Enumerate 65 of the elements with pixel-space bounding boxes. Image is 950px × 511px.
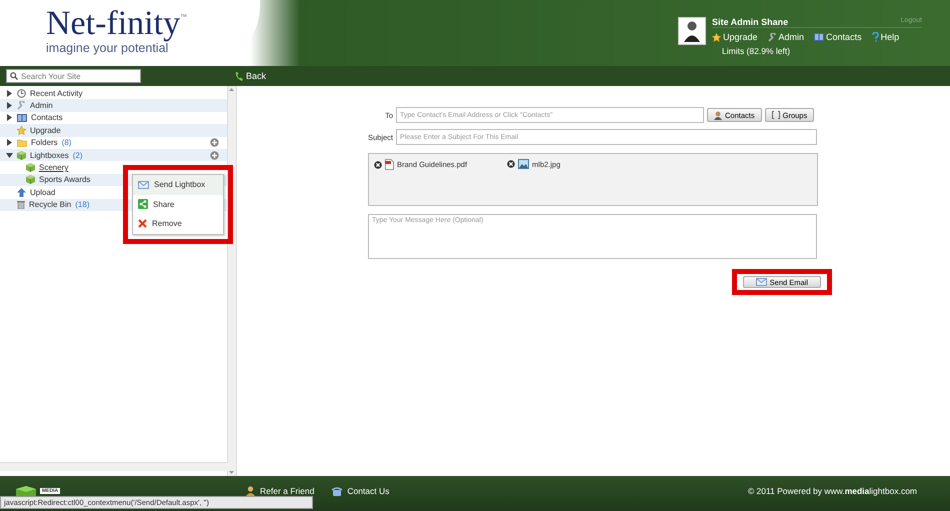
refer-friend-link[interactable]: Refer a Friend (246, 486, 314, 496)
person-icon (246, 486, 255, 496)
tree-item-label[interactable]: Upgrade (30, 126, 61, 135)
phone-icon (235, 72, 243, 80)
add-circle-icon[interactable] (210, 150, 219, 160)
tree-item-label[interactable]: Lightboxes (30, 150, 69, 160)
box-icon (26, 175, 35, 184)
item-count: (8) (62, 138, 72, 148)
search-field[interactable]: Search Your Site (6, 69, 141, 83)
search-icon (10, 72, 18, 80)
remove-circle-icon[interactable] (374, 160, 382, 168)
help-link[interactable]: Help (872, 32, 900, 42)
clock-icon (17, 88, 26, 98)
wrench-icon (768, 32, 777, 42)
book-icon (814, 33, 824, 41)
close-icon (138, 219, 147, 228)
collapse-arrow-icon[interactable] (6, 152, 13, 159)
limits-text: Limits (82.9% left) (721, 46, 792, 56)
bracket-icon (772, 111, 780, 119)
remove-circle-icon[interactable] (507, 160, 516, 168)
wrench-icon (17, 101, 26, 110)
tree-item-label[interactable]: Scenery (39, 163, 68, 172)
tree-item-label[interactable]: Folders (31, 138, 58, 148)
help-icon (872, 32, 879, 42)
pdf-file-icon (385, 159, 394, 170)
share-icon (138, 199, 148, 210)
tree-item-label[interactable]: Admin (30, 101, 53, 110)
menu-item[interactable]: Remove (133, 214, 223, 234)
expand-arrow-icon[interactable] (6, 90, 13, 97)
logo-tagline: imagine your potential (46, 41, 168, 55)
person-silhouette-icon (684, 20, 700, 42)
box-icon (26, 163, 35, 172)
tree-item-label[interactable]: Upload (30, 188, 56, 197)
add-circle-icon[interactable] (210, 138, 219, 148)
telephone-icon (332, 486, 342, 496)
menu-item[interactable]: Share (133, 194, 223, 214)
admin-link[interactable]: Admin (768, 32, 804, 42)
star-icon (17, 126, 26, 135)
person-icon (714, 110, 722, 120)
envelope-icon (138, 180, 149, 189)
contacts-link[interactable]: Contacts (814, 32, 862, 42)
star-icon (712, 32, 721, 42)
image-file-icon (518, 159, 530, 169)
user-name: Site Admin Shane (712, 17, 788, 27)
menu-item[interactable]: Send Lightbox (133, 175, 223, 194)
upgrade-link[interactable]: Upgrade (712, 32, 758, 42)
expand-arrow-icon[interactable] (6, 139, 13, 146)
box-icon (17, 150, 26, 160)
expand-arrow-icon[interactable] (6, 114, 13, 122)
envelope-icon (756, 278, 767, 286)
expand-arrow-icon[interactable] (6, 102, 13, 110)
tree-item-label[interactable]: Sports Awards (39, 175, 90, 184)
copyright-text: © 2011 Powered by www.medialightbox.com (748, 486, 917, 496)
back-button[interactable]: Back (235, 71, 266, 81)
upload-icon (17, 188, 26, 197)
trash-icon (17, 200, 25, 210)
contact-us-link[interactable]: Contact Us (332, 486, 390, 496)
book-icon (17, 114, 27, 122)
tree-item-label[interactable]: Recycle Bin (29, 200, 72, 210)
item-count: (18) (75, 200, 90, 210)
horizontal-scrollbar[interactable] (0, 462, 228, 471)
item-count: (2) (72, 150, 82, 160)
tree-item-label[interactable]: Recent Activity (30, 88, 82, 98)
tree-item-label[interactable]: Contacts (31, 113, 63, 122)
logo-wordmark: Net-finity (46, 8, 180, 40)
